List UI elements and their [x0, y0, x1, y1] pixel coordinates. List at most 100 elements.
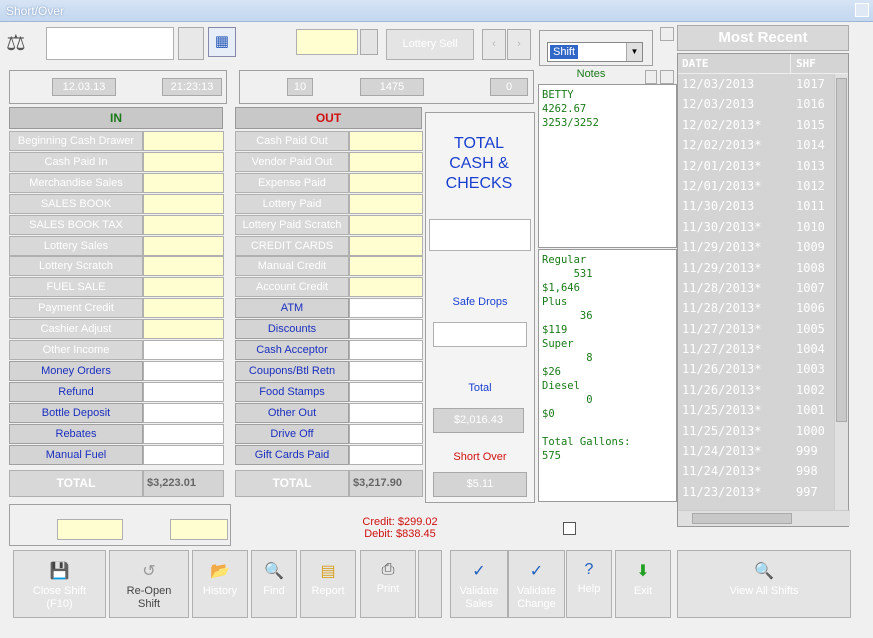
cashier-spinner[interactable] [178, 27, 204, 60]
cashier-field[interactable] [46, 27, 174, 60]
col-date-header: DATE [682, 57, 709, 70]
recent-list-item[interactable]: 11/25/2013* 1000 [678, 421, 848, 441]
recent-list-item[interactable]: 11/28/2013* 1006 [678, 298, 848, 318]
out-row-value[interactable] [349, 151, 423, 172]
out-row-value[interactable] [349, 193, 423, 214]
recent-list[interactable]: DATE SHF 12/03/2013 1017 12/03/2013 1016 12/… [677, 53, 850, 527]
date-field[interactable]: 12.03.13 [52, 78, 116, 96]
count-field-2[interactable]: 1475 [360, 78, 424, 96]
validate-sales-button[interactable]: ✓ Validate Sales [450, 550, 508, 618]
small-button[interactable] [660, 27, 674, 41]
close-shift-button[interactable]: 💾 Close Shift (F10) [13, 550, 106, 618]
out-row-value[interactable] [349, 340, 423, 360]
recent-list-item[interactable]: 12/02/2013* 1015 [678, 115, 848, 135]
in-row-value[interactable] [143, 360, 224, 381]
in-row-value[interactable] [143, 423, 224, 444]
count-field-3[interactable]: 0 [490, 78, 528, 96]
bottom-yellow-field-2[interactable] [170, 519, 228, 540]
print-button[interactable]: ⎙ Print [360, 550, 416, 618]
recent-date: 11/28/2013* [682, 301, 762, 316]
in-row-value[interactable] [143, 172, 224, 193]
out-row-value[interactable] [349, 256, 423, 277]
recent-list-item[interactable]: 11/24/2013* 998 [678, 461, 848, 481]
shift-number-field[interactable] [296, 29, 358, 55]
recent-list-item[interactable]: 12/01/2013* 1012 [678, 176, 848, 196]
help-button[interactable]: ? Help [566, 550, 612, 618]
recent-list-item[interactable]: 11/26/2013* 1002 [678, 380, 848, 400]
in-row-value[interactable] [143, 340, 224, 360]
recent-list-item[interactable]: 11/23/2013* 996 [678, 502, 848, 506]
out-row-value[interactable] [349, 235, 423, 256]
count-field-1[interactable]: 10 [287, 78, 313, 96]
in-row-value[interactable] [143, 214, 224, 235]
recent-list-item[interactable]: 12/01/2013* 1013 [678, 156, 848, 176]
horizontal-scrollbar[interactable] [678, 510, 850, 526]
in-row-value[interactable] [143, 193, 224, 214]
notes-scroll-button[interactable] [645, 70, 657, 84]
recent-list-item[interactable]: 12/02/2013* 1014 [678, 135, 848, 155]
recent-shift-no: 1005 [796, 321, 825, 336]
out-row-value[interactable] [349, 444, 423, 465]
prev-arrow-icon[interactable]: ‹ [482, 29, 506, 60]
reopen-shift-button[interactable]: ↺ Re-Open Shift [109, 550, 189, 618]
out-row-value[interactable] [349, 131, 423, 151]
in-row-value[interactable] [143, 235, 224, 256]
in-row-value[interactable] [143, 381, 224, 402]
notes-area[interactable]: BETTY 4262.67 3253/3252 [538, 84, 677, 248]
recent-list-item[interactable]: 11/29/2013* 1009 [678, 237, 848, 257]
out-row-value[interactable] [349, 423, 423, 444]
in-row-value[interactable] [143, 444, 224, 465]
recent-list-item[interactable]: 11/25/2013* 1001 [678, 400, 848, 420]
recent-list-item[interactable]: 12/03/2013 1016 [678, 94, 848, 114]
in-row-value[interactable] [143, 298, 224, 319]
in-row-value[interactable] [143, 402, 224, 423]
recent-list-item[interactable]: 12/03/2013 1017 [678, 74, 848, 94]
close-window-button[interactable] [855, 3, 869, 17]
calendar-icon[interactable]: ▦ [208, 27, 236, 57]
in-row-value[interactable] [143, 256, 224, 277]
in-row-value[interactable] [143, 277, 224, 298]
out-row-value[interactable] [349, 298, 423, 319]
recent-shift-no: 1017 [796, 77, 825, 91]
exit-button[interactable]: ⬇ Exit [615, 550, 671, 618]
shift-select[interactable]: Shift ▼ [547, 42, 643, 62]
history-button[interactable]: 📂 History [192, 550, 248, 618]
total-cash-checks-field[interactable] [429, 219, 531, 251]
lottery-sell-button[interactable]: Lottery Sell [386, 29, 474, 60]
safe-drops-label: Safe Drops [452, 296, 508, 308]
recent-list-item[interactable]: 11/30/2013 1011 [678, 196, 848, 216]
checkbox[interactable] [563, 522, 576, 535]
recent-list-item[interactable]: 11/23/2013* 997 [678, 482, 848, 502]
validate-change-button[interactable]: ✓ Validate Change [508, 550, 565, 618]
in-row-value[interactable] [143, 151, 224, 172]
recent-list-item[interactable]: 11/30/2013* 1010 [678, 217, 848, 237]
recent-list-item[interactable]: 11/27/2013* 1005 [678, 319, 848, 339]
time-field[interactable]: 21:23:13 [162, 78, 222, 96]
recent-list-item[interactable]: 11/26/2013* 1003 [678, 359, 848, 379]
in-row-value[interactable] [143, 131, 224, 151]
out-row-value[interactable] [349, 319, 423, 340]
vertical-scrollbar[interactable] [834, 74, 848, 512]
recent-list-item[interactable]: 11/29/2013* 1008 [678, 258, 848, 278]
recent-list-item[interactable]: 11/28/2013* 1007 [678, 278, 848, 298]
shift-number-dropdown[interactable] [360, 29, 378, 55]
recent-list-item[interactable]: 11/27/2013* 1004 [678, 339, 848, 359]
out-row-value[interactable] [349, 214, 423, 235]
next-arrow-icon[interactable]: › [507, 29, 531, 60]
notes-expand-button[interactable] [660, 70, 674, 84]
out-row-value[interactable] [349, 360, 423, 381]
out-row-value[interactable] [349, 402, 423, 423]
out-row-value[interactable] [349, 277, 423, 298]
out-row-value[interactable] [349, 172, 423, 193]
report-button[interactable]: ▤ Report [300, 550, 356, 618]
in-header: IN [9, 107, 223, 129]
bottom-yellow-field-1[interactable] [57, 519, 123, 540]
recent-shift-no: 1014 [796, 138, 825, 153]
recent-list-item[interactable]: 11/24/2013* 999 [678, 441, 848, 461]
in-row-label: Rebates [9, 423, 143, 444]
in-row-value[interactable] [143, 319, 224, 340]
view-all-shifts-button[interactable]: 🔍 View All Shifts [677, 550, 851, 618]
safe-drops-field[interactable] [433, 322, 527, 347]
out-row-value[interactable] [349, 381, 423, 402]
find-button[interactable]: 🔍 Find [251, 550, 297, 618]
